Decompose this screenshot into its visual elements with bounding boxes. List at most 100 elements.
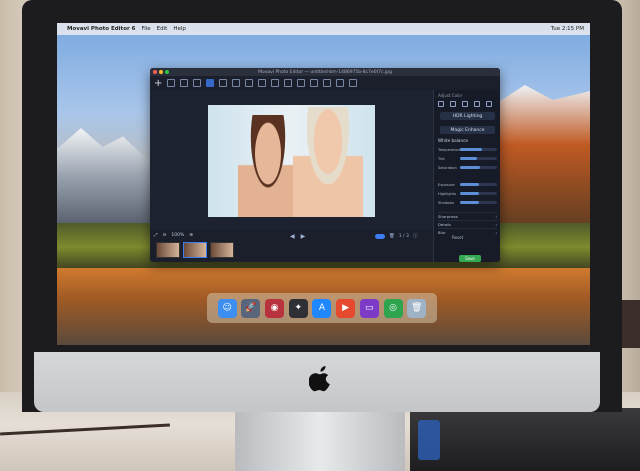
filmstrip-thumb-selected[interactable] <box>183 242 207 258</box>
share-icon[interactable] <box>323 79 331 87</box>
slider-label: Tint <box>438 156 445 161</box>
window-titlebar[interactable]: Movavi Photo Editor — untitled-bm-148697… <box>150 68 500 76</box>
slider-track[interactable] <box>460 148 497 151</box>
compare-toggle[interactable] <box>375 233 385 239</box>
fit-icon[interactable]: ⤢ <box>154 232 158 238</box>
chrome-icon[interactable]: ◎ <box>383 298 403 318</box>
menubar-app-name[interactable]: Movavi Photo Editor 6 <box>67 26 135 32</box>
window-title: Movavi Photo Editor — untitled-bm-148697… <box>258 69 392 75</box>
display-icon[interactable]: ▭ <box>359 298 379 318</box>
trash-icon[interactable]: 🗑 <box>389 234 395 239</box>
final-cut-icon[interactable]: ✦ <box>288 298 308 318</box>
retouch-icon[interactable] <box>193 79 201 87</box>
slider-label: Temperature <box>438 147 461 152</box>
info-icon[interactable]: ⓘ <box>413 233 418 239</box>
gear-icon[interactable] <box>336 79 344 87</box>
background-icon[interactable] <box>310 79 318 87</box>
maximize-icon[interactable] <box>165 70 169 74</box>
slider-track[interactable] <box>460 192 497 195</box>
menu-file[interactable]: File <box>141 26 150 32</box>
next-image-icon[interactable]: ▶ <box>301 233 306 240</box>
slider-label: Saturation <box>438 165 457 170</box>
dock: ☺ 🚀 ◉ ✦ A ▶ ▭ ◎ 🗑 <box>207 293 437 323</box>
slider-row: Exposure <box>438 181 497 188</box>
imac-stand <box>235 405 405 471</box>
pager: 🗑 1 / 3 ⓘ <box>375 233 417 239</box>
text-icon[interactable] <box>232 79 240 87</box>
add-icon[interactable]: + <box>154 78 162 89</box>
slider-row: Temperature <box>438 146 497 153</box>
screen: Movavi Photo Editor 6 File Edit Help Tue… <box>57 23 590 345</box>
accordion-sharpness[interactable]: Sharpness › <box>438 212 497 219</box>
menu-edit[interactable]: Edit <box>157 26 168 32</box>
slider-fill <box>460 201 479 204</box>
photo-editor-window: Movavi Photo Editor — untitled-bm-148697… <box>150 68 500 262</box>
zoom-out-icon[interactable]: ⊖ <box>163 233 167 238</box>
white-balance-label: White balance <box>438 138 468 143</box>
trash-icon[interactable]: 🗑 <box>407 298 427 318</box>
slider-track[interactable] <box>460 157 497 160</box>
launchpad-icon[interactable]: 🚀 <box>241 298 261 318</box>
accordion-label: Blur <box>438 229 446 235</box>
page-label: 1 / 3 <box>398 233 409 239</box>
watermark-icon[interactable] <box>271 79 279 87</box>
panel-title: Adjust Color <box>438 93 463 98</box>
rotate-icon[interactable] <box>219 79 227 87</box>
slider-track[interactable] <box>460 201 497 204</box>
slider-label: Highlights <box>438 191 457 196</box>
object-removal-icon[interactable] <box>297 79 305 87</box>
prev-image-icon[interactable]: ◀ <box>290 233 295 240</box>
slider-fill <box>460 183 479 186</box>
pen-icon[interactable] <box>462 101 468 107</box>
hdr-lighting-button[interactable]: HDR Lighting <box>440 112 495 120</box>
finder-icon[interactable]: ☺ <box>217 298 237 318</box>
reset-link[interactable]: Reset <box>452 235 463 240</box>
square-icon[interactable] <box>474 101 480 107</box>
slider-track[interactable] <box>460 166 497 169</box>
photo-booth-icon[interactable]: ◉ <box>265 298 285 318</box>
effects-icon[interactable] <box>258 79 266 87</box>
close-icon[interactable] <box>153 70 157 74</box>
slider-fill <box>460 148 483 151</box>
canvas-area <box>150 90 433 230</box>
crop-icon[interactable] <box>206 79 214 87</box>
save-button[interactable]: Save <box>459 255 481 262</box>
device-led <box>418 420 440 460</box>
minimize-icon[interactable] <box>159 70 163 74</box>
zoom-in-icon[interactable]: ⊕ <box>189 233 193 238</box>
accordion-blur[interactable]: Blur › <box>438 228 497 235</box>
slider-row: Saturation <box>438 164 497 171</box>
slider-label: Shadows <box>438 200 455 205</box>
slider-row: Shadows <box>438 199 497 206</box>
more-icon[interactable] <box>486 101 492 107</box>
zoom-controls: ⤢ ⊖ 100% ⊕ <box>154 232 193 239</box>
enhance-icon[interactable] <box>167 79 175 87</box>
adjust-icon[interactable] <box>180 79 188 87</box>
filmstrip <box>156 242 234 258</box>
movavi-icon[interactable]: ▶ <box>336 298 356 318</box>
wallpaper-mountain-right <box>497 85 590 235</box>
external-device <box>410 408 640 471</box>
picker-icon[interactable] <box>450 101 456 107</box>
filmstrip-thumb[interactable] <box>210 242 234 258</box>
accordion-details[interactable]: Details › <box>438 220 497 227</box>
magic-enhance-button[interactable]: Magic Enhance <box>440 126 495 134</box>
chevron-right-icon: › <box>495 213 497 219</box>
accordion-label: Sharpness <box>438 213 458 219</box>
slider-fill <box>460 166 481 169</box>
slider-fill <box>460 157 477 160</box>
filmstrip-thumb[interactable] <box>156 242 180 258</box>
app-store-icon[interactable]: A <box>312 298 332 318</box>
editing-photo[interactable] <box>208 105 375 217</box>
slider-track[interactable] <box>460 183 497 186</box>
apple-logo-icon <box>309 366 330 392</box>
brush-icon[interactable] <box>438 101 444 107</box>
transform-icon[interactable] <box>245 79 253 87</box>
photo-person-right <box>293 107 363 217</box>
frames-icon[interactable] <box>284 79 292 87</box>
export-icon[interactable] <box>349 79 357 87</box>
menubar-clock[interactable]: Tue 2:15 PM <box>551 26 584 32</box>
menu-help[interactable]: Help <box>173 26 186 32</box>
chevron-right-icon: › <box>495 221 497 227</box>
panel-tools <box>438 101 492 107</box>
